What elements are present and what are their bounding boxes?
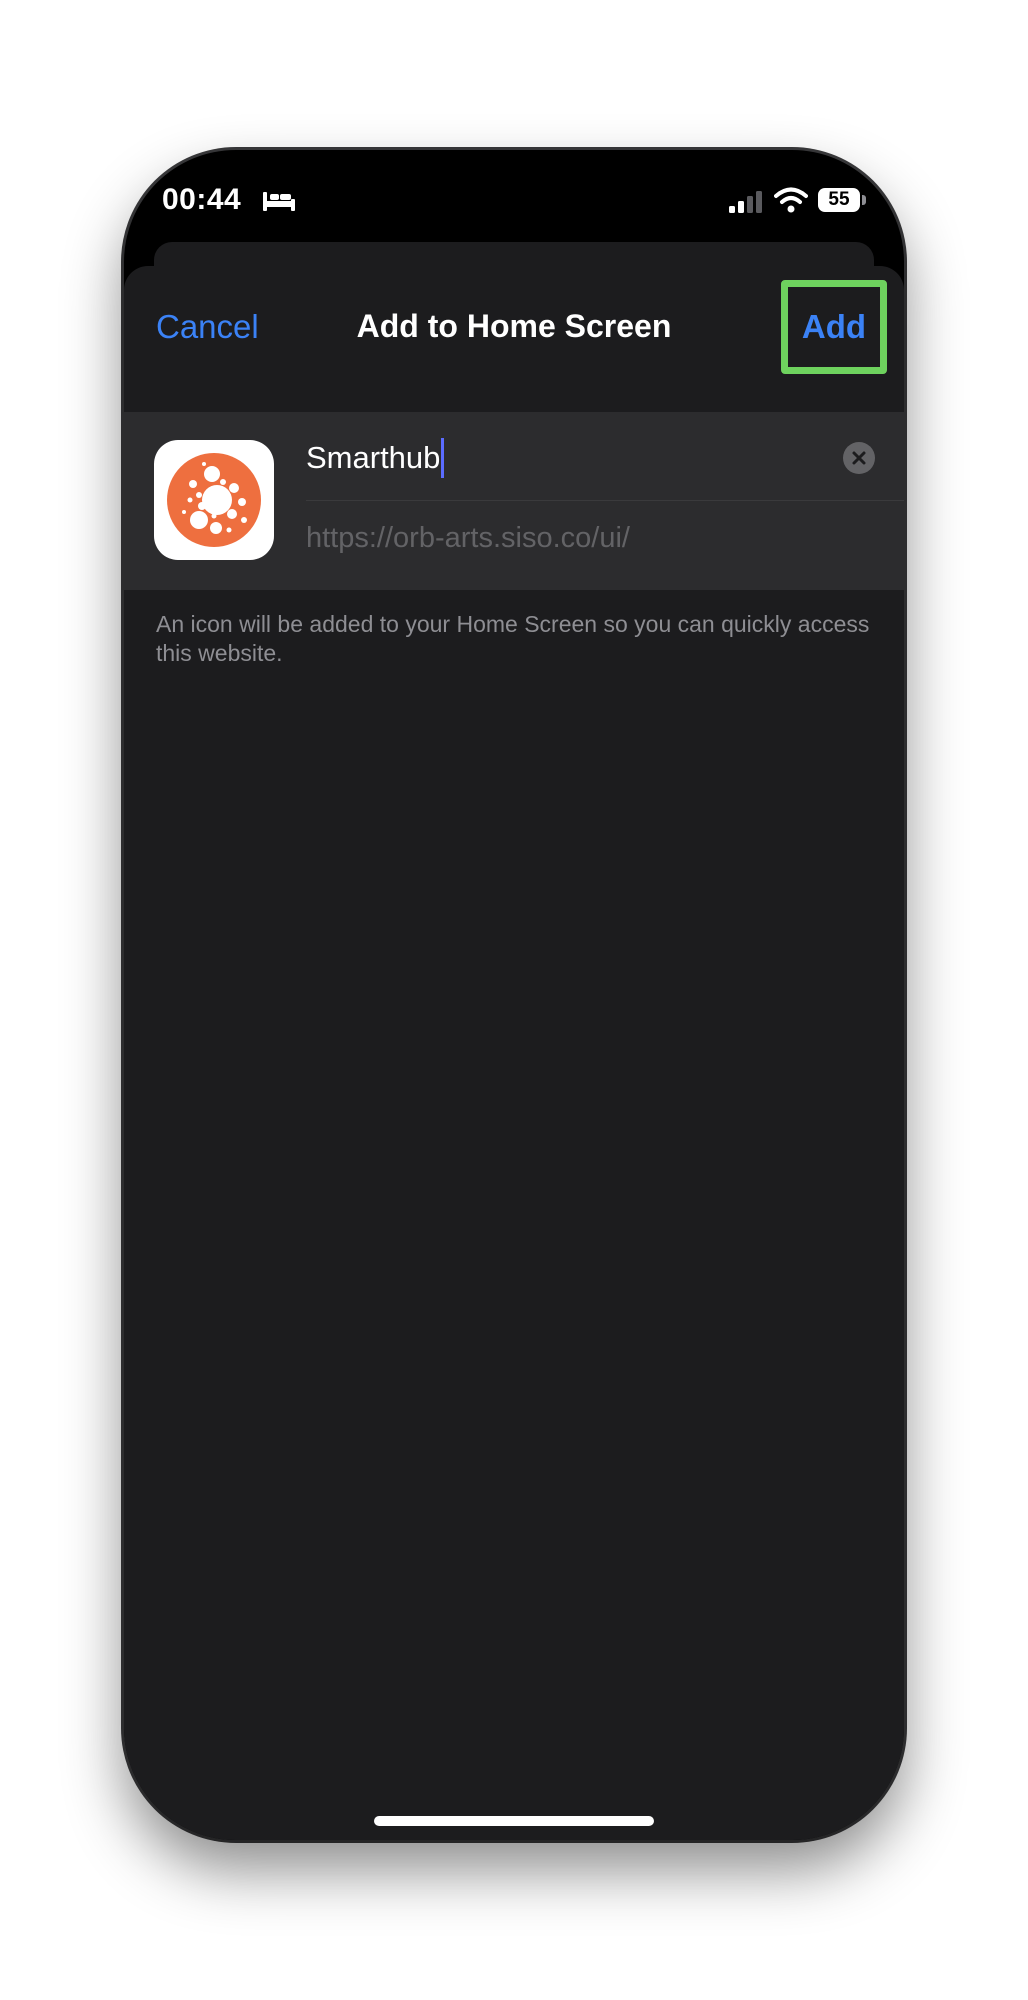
add-button-highlight: Add: [781, 280, 887, 374]
status-time: 00:44: [162, 183, 242, 216]
name-input[interactable]: Smarthub: [306, 436, 826, 480]
bookmark-form: Smarthub https://orb-arts.siso.co/ui/: [124, 412, 904, 590]
clear-x-icon: [852, 451, 866, 465]
text-cursor: [441, 437, 445, 478]
add-to-home-sheet: Cancel Add to Home Screen Add Smarthub h…: [124, 266, 904, 1840]
footnote-text: An icon will be added to your Home Scree…: [156, 611, 870, 666]
smarthub-orb-icon: [154, 440, 274, 560]
clear-text-button[interactable]: [843, 442, 875, 474]
field-divider: [306, 500, 904, 501]
signal-icon: [728, 190, 764, 214]
battery-icon: 55: [818, 188, 860, 212]
bed-icon: [262, 190, 296, 212]
status-bar: 00:44 55: [124, 150, 904, 240]
phone-frame: 00:44 55 Cancel Add to Home Screen Add S…: [124, 150, 904, 1840]
url-text: https://orb-arts.siso.co/ui/: [306, 522, 630, 554]
wifi-icon: [774, 186, 808, 214]
add-button[interactable]: Add: [802, 308, 866, 346]
home-indicator[interactable]: [374, 1816, 654, 1826]
name-input-value: Smarthub: [306, 440, 441, 475]
battery-nub: [862, 195, 866, 205]
